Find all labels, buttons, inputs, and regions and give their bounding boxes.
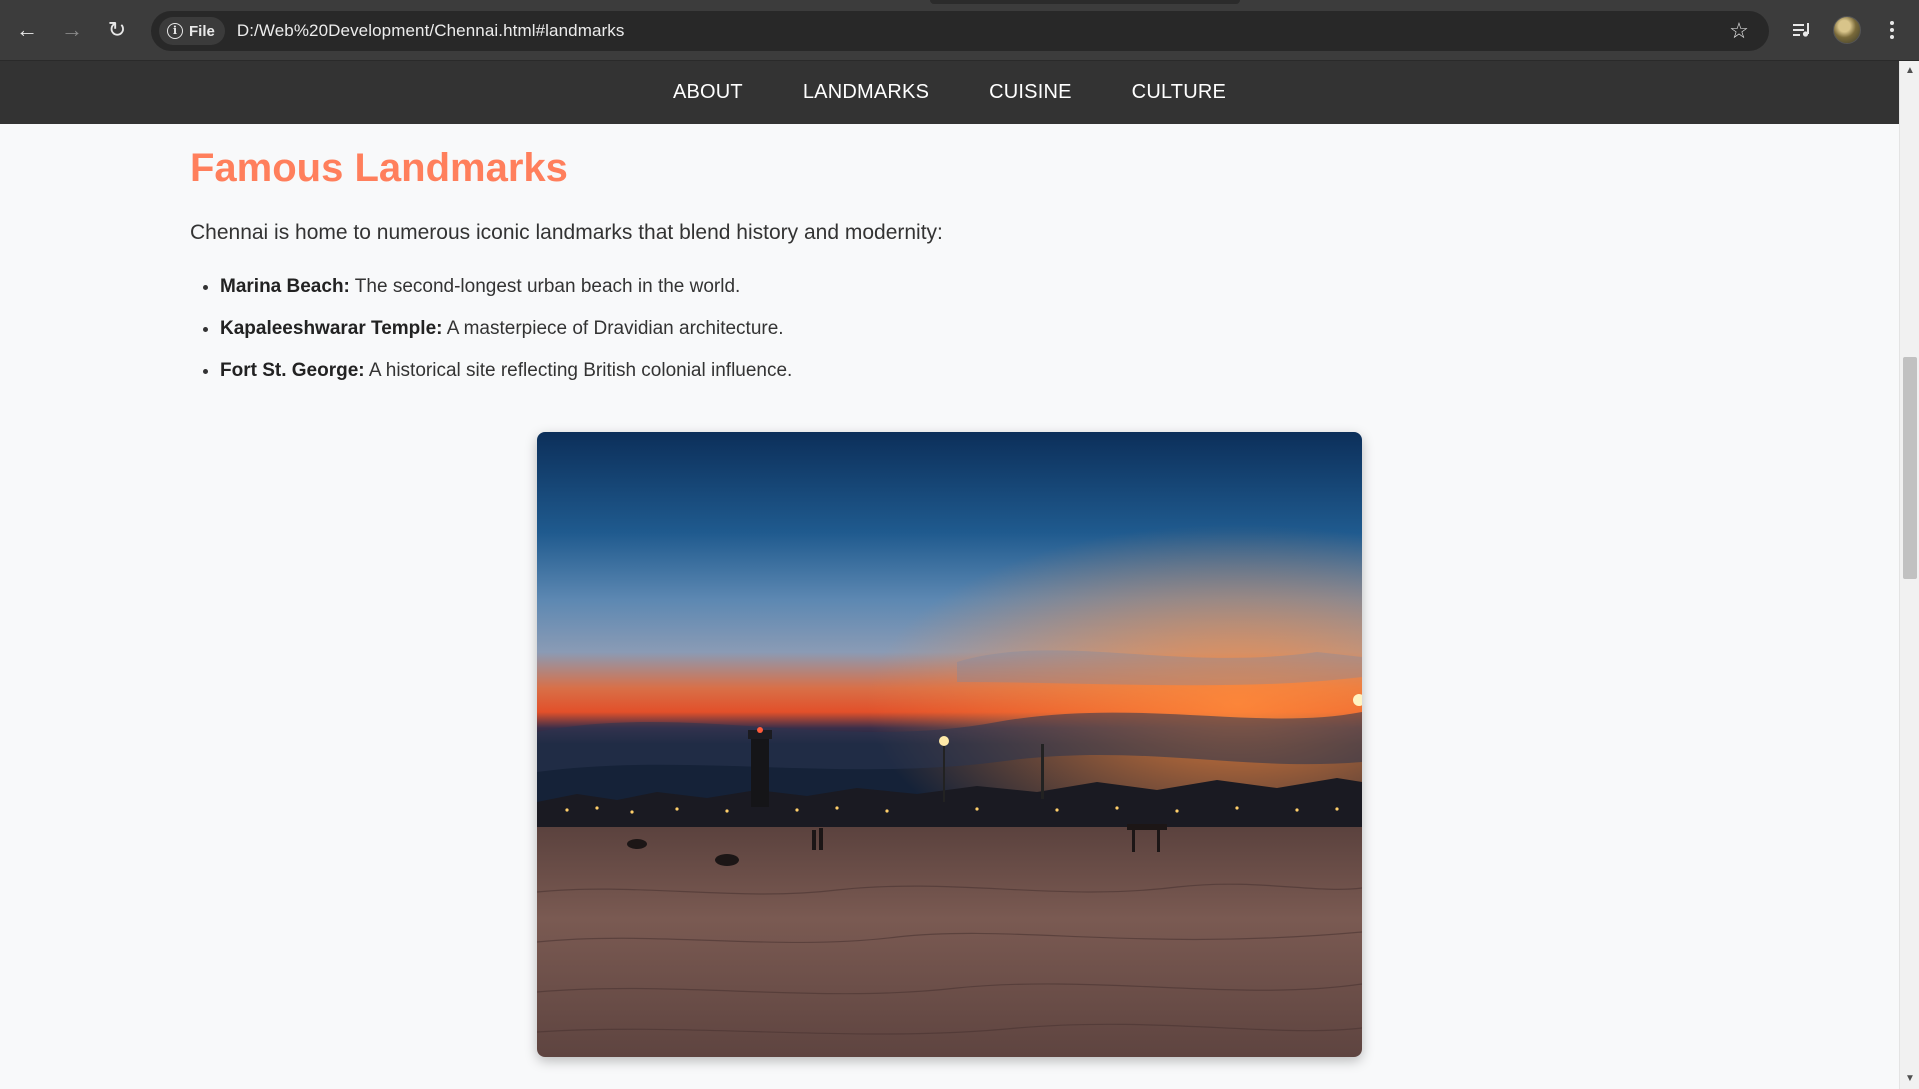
nav-link-about[interactable]: ABOUT xyxy=(673,81,743,104)
landmark-description: The second-longest urban beach in the wo… xyxy=(349,276,741,297)
info-icon: i xyxy=(167,23,183,39)
media-controls-button[interactable] xyxy=(1784,12,1820,48)
back-button[interactable]: ← xyxy=(9,12,45,48)
avatar xyxy=(1833,16,1861,44)
media-controls-icon xyxy=(1793,23,1809,37)
browser-menu-button[interactable] xyxy=(1874,12,1910,48)
list-item: Fort St. George: A historical site refle… xyxy=(220,350,1710,392)
reload-button[interactable]: ↻ xyxy=(99,12,135,48)
landmark-name: Kapaleeshwarar Temple: xyxy=(220,318,443,339)
site-info-label: File xyxy=(189,22,215,40)
section-intro: Chennai is home to numerous iconic landm… xyxy=(190,221,943,244)
scroll-down-icon[interactable]: ▼ xyxy=(1900,1071,1919,1087)
marina-beach-photo xyxy=(537,432,1362,1057)
tab-strip-edge xyxy=(930,0,1240,4)
site-info-chip[interactable]: i File xyxy=(159,17,225,45)
bookmark-button[interactable]: ☆ xyxy=(1723,15,1755,47)
reload-icon: ↻ xyxy=(107,17,127,42)
scrollbar-thumb[interactable] xyxy=(1903,357,1917,579)
vertical-scrollbar[interactable]: ▲ ▼ xyxy=(1899,61,1919,1089)
arrow-right-icon: → xyxy=(61,17,83,42)
browser-toolbar: ← → ↻ i File D:/Web%20Development/Chenna… xyxy=(0,0,1919,61)
landmark-description: A masterpiece of Dravidian architecture. xyxy=(442,318,784,339)
nav-link-cuisine[interactable]: CUISINE xyxy=(989,81,1072,104)
landmark-name: Marina Beach: xyxy=(220,276,350,297)
list-item: Kapaleeshwarar Temple: A masterpiece of … xyxy=(220,308,1710,350)
profile-button[interactable] xyxy=(1829,12,1865,48)
arrow-left-icon: ← xyxy=(16,17,38,42)
landmarks-section: Famous Landmarks Chennai is home to nume… xyxy=(190,124,1710,392)
section-title: Famous Landmarks xyxy=(190,146,568,190)
kebab-menu-icon xyxy=(1890,21,1894,39)
forward-button[interactable]: → xyxy=(54,12,90,48)
nav-link-culture[interactable]: CULTURE xyxy=(1132,81,1226,104)
landmark-name: Fort St. George: xyxy=(220,360,365,381)
landmark-description: A historical site reflecting British col… xyxy=(364,360,793,381)
address-bar[interactable]: i File D:/Web%20Development/Chennai.html… xyxy=(151,11,1769,51)
scroll-up-icon[interactable]: ▲ xyxy=(1900,63,1919,79)
star-icon: ☆ xyxy=(1729,18,1749,43)
landmarks-list: Marina Beach: The second-longest urban b… xyxy=(190,266,1710,392)
site-navbar: ABOUT LANDMARKS CUISINE CULTURE xyxy=(0,61,1899,124)
list-item: Marina Beach: The second-longest urban b… xyxy=(220,266,1710,308)
url-text[interactable]: D:/Web%20Development/Chennai.html#landma… xyxy=(237,21,625,41)
nav-link-landmarks[interactable]: LANDMARKS xyxy=(803,81,929,104)
